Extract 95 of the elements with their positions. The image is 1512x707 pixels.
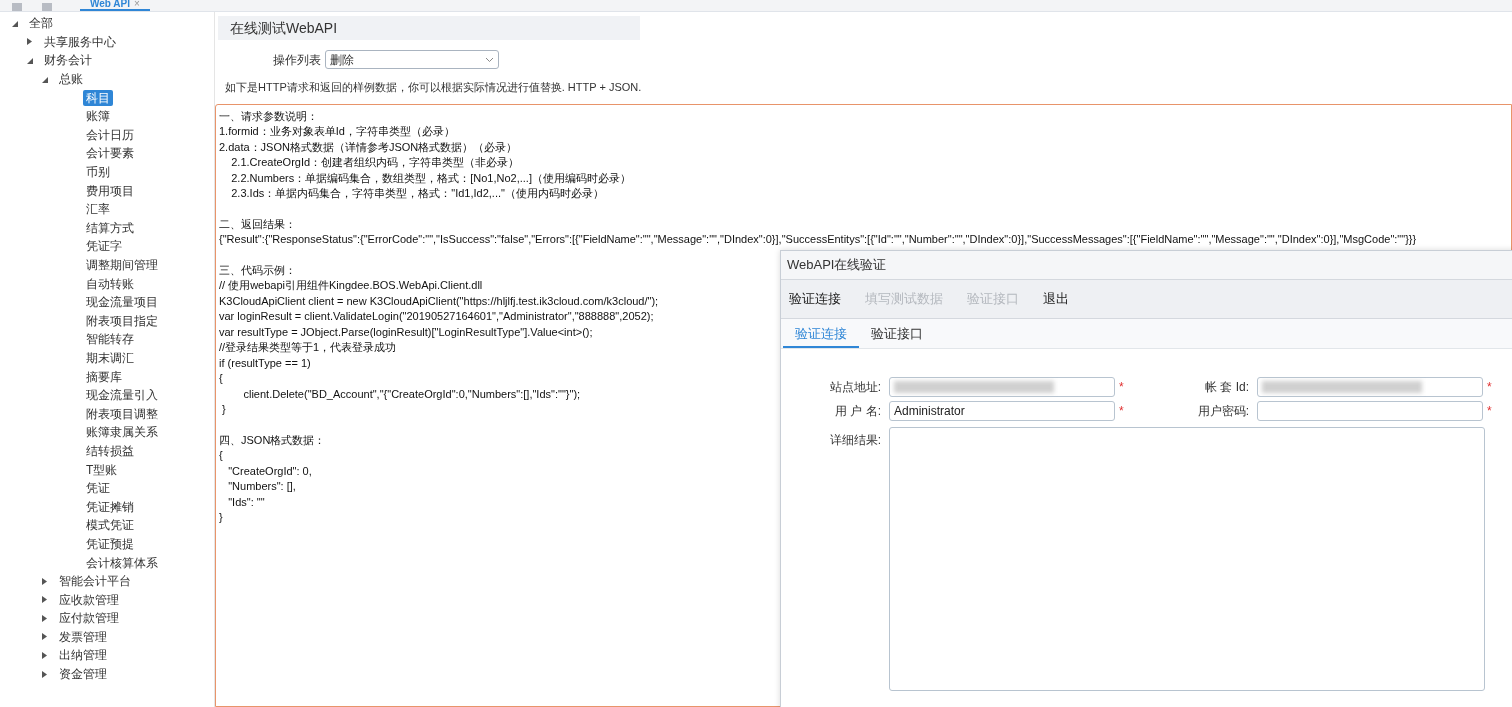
expanded-triangle-icon[interactable] [42,75,48,83]
tree-item[interactable]: 会计日历 [83,126,137,143]
tree-item[interactable]: 结转损益 [83,442,137,459]
tree-item[interactable]: 发票管理 [56,628,110,645]
sample-line: // 使用webapi引用组件Kingdee.BOS.WebApi.Client.dll [219,278,483,293]
sample-line: 2.3.Ids：单据内码集合，字符串类型，格式："Id1,Id2,..."（使用内码时必录） [230,186,604,201]
tree-item[interactable]: 摘要库 [83,368,125,385]
tree-item[interactable]: 科目 [83,89,113,106]
tree-item[interactable]: 会计核算体系 [83,554,161,571]
sample-line: { [219,448,223,463]
tree-item[interactable]: 期末调汇 [83,350,137,366]
sample-line: var loginResult = client.ValidateLogin("20190527164601","Administrator","888888",2052); [219,309,654,324]
tree-item[interactable]: 汇率 [83,201,113,218]
sample-line: } [221,402,226,417]
hint-text: 如下是HTTP请求和返回的样例数据，你可以根据实际情况进行值替换. HTTP + JSON. [225,80,643,95]
sample-line: "Numbers": [], [227,479,296,494]
sample-line: { [219,371,223,386]
tile-icon[interactable] [42,3,52,11]
sample-line: "Ids": "" [227,494,265,510]
tree-item[interactable]: 凭证字 [83,238,125,255]
tree-item[interactable]: 自动转账 [83,275,137,292]
collapsed-triangle-icon[interactable] [42,652,48,659]
toolbar-button[interactable]: 退出 [1043,289,1069,309]
tree-item[interactable]: 凭证摊销 [83,498,137,515]
required-mark: * [1119,379,1125,396]
required-mark: * [1487,379,1493,396]
dialog-tab[interactable]: 验证连接 [783,322,859,348]
collapsed-triangle-icon[interactable] [42,633,48,641]
sample-line: "CreateOrgId": 0, [227,463,312,479]
sample-line: } [219,510,223,525]
tree-item[interactable]: 调整期间管理 [83,257,161,273]
operation-dropdown[interactable]: 删除 [325,50,499,69]
field-label: 详细结果: [828,432,882,449]
toolbar-button[interactable]: 验证连接 [789,289,841,309]
tree-item[interactable]: 智能会计平台 [56,573,134,590]
dialog-tab[interactable]: 验证接口 [859,322,935,348]
tree-item[interactable]: 应付款管理 [56,610,122,627]
sample-line: 2.data：JSON格式数据（详情参考JSON格式数据）（必录） [219,139,518,155]
field-label: 站点地址: [828,379,882,396]
input-field[interactable] [1257,401,1483,421]
tree-item[interactable]: 币别 [83,164,113,181]
tree-item[interactable]: 模式凭证 [83,517,137,534]
field-label: 用 户 名: [834,403,882,420]
input-field[interactable] [889,377,1115,397]
tree-item[interactable]: 共享服务中心 [41,33,119,50]
sample-line: //登录结果类型等于1，代表登录成功 [219,340,397,355]
collapsed-triangle-icon[interactable] [42,577,48,585]
collapsed-triangle-icon[interactable] [27,38,33,46]
expanded-triangle-icon[interactable] [27,57,33,64]
dialog-title: WebAPI在线验证 [781,251,1512,279]
sample-line: {"Result":{"ResponseStatus":{"ErrorCode":"","IsSuccess":"false","Errors":[{"FieldName":"","Message":"","DIndex":0}],"SuccessEntitys":[{"Id":"","Number":"","DIndex":0}],"SuccessMessages":[{"FieldName":"","Message":"","DIndex":0}],"MsgCode":""}}} [219,232,1417,247]
tree-item[interactable]: 会计要素 [83,145,137,162]
tree-item[interactable]: 总账 [56,71,86,88]
tree-item[interactable]: 费用项目 [83,182,137,199]
panel-header: 在线测试WebAPI [218,16,640,40]
tree-item[interactable]: 资金管理 [56,666,110,683]
tree-item[interactable]: 凭证 [83,480,113,497]
sample-line: 二、返回结果： [219,216,296,232]
sample-line: 一、请求参数说明： [219,108,318,124]
sample-line: if (resultType == 1) [219,355,311,371]
tree-item[interactable]: T型账 [83,461,121,478]
tree-item[interactable]: 应收款管理 [56,591,122,608]
tree-item[interactable]: 附表项目指定 [83,312,161,329]
field-label: 用户密码: [1196,403,1250,420]
tree-item[interactable]: 凭证预提 [83,535,137,552]
operation-label: 操作列表 [273,51,321,69]
collapsed-triangle-icon[interactable] [42,614,48,622]
required-mark: * [1119,403,1125,420]
tree-item[interactable]: 现金流量引入 [83,387,161,404]
sample-line: 1.formid：业务对象表单Id，字符串类型（必录） [219,124,455,139]
input-field[interactable] [1257,377,1483,397]
tree-item[interactable]: 出纳管理 [56,647,110,664]
sample-line: var resultType = JObject.Parse(loginResult)["LoginResultType"].Value<int>(); [219,324,593,340]
sample-line: 2.1.CreateOrgId：创建者组织内码，字符串类型（非必录） [230,155,520,170]
tree-item[interactable]: 结算方式 [83,219,137,236]
sample-line: 四、JSON格式数据： [219,432,326,448]
tree-item[interactable]: 现金流量项目 [83,294,161,311]
tree-item[interactable]: 账簿 [83,108,113,125]
sample-line: client.Delete("BD_Account","{"CreateOrgId":0,"Numbers":[],"Ids":""}"); [242,386,581,402]
input-field[interactable]: Administrator [889,401,1115,421]
collapsed-triangle-icon[interactable] [42,596,48,604]
tree-item[interactable]: 财务会计 [41,52,95,69]
sample-line: K3CloudApiClient client = new K3CloudApiClient("https://hljlfj.test.ik3cloud.com/k3cloud/"); [219,293,659,309]
sample-line: 三、代码示例： [219,262,296,278]
sample-line: 2.2.Numbers：单据编码集合，数组类型，格式：[No1,No2,...]（使用编码时必录） [230,170,631,186]
field-label: 帐 套 Id: [1204,379,1250,396]
tree-item[interactable]: 智能转存 [83,331,137,348]
chevron-down-icon [485,56,494,63]
collapsed-triangle-icon[interactable] [42,670,48,678]
tree-item[interactable]: 附表项目调整 [83,405,161,422]
tab-label: Web API [90,0,130,9]
expanded-triangle-icon[interactable] [12,19,18,27]
tree-item[interactable]: 全部 [26,15,56,32]
required-mark: * [1487,403,1493,420]
tree-item[interactable]: 账簿隶属关系 [83,424,161,441]
